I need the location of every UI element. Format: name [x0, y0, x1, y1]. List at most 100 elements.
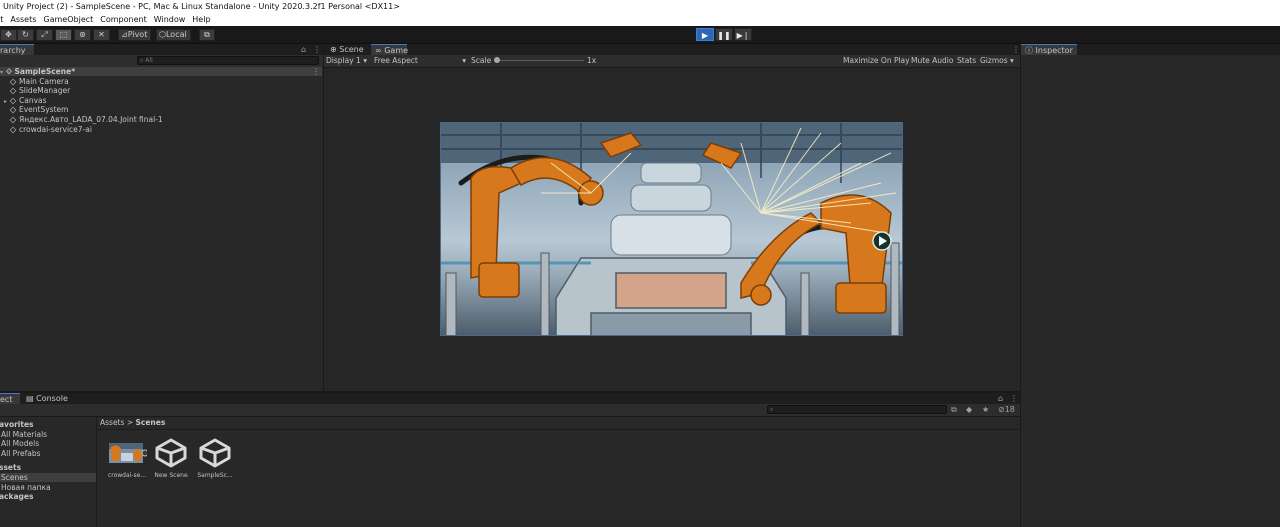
hierarchy-search-input[interactable]: ⌕ All	[137, 56, 319, 65]
display-dropdown[interactable]: Display 1 ▾	[326, 55, 367, 67]
menu-assets[interactable]: Assets	[10, 14, 36, 26]
gameobject-cube-icon	[9, 116, 17, 124]
breadcrumb-separator: >	[126, 418, 134, 427]
hierarchy-item-label: crowdai-service7-ai	[19, 124, 92, 134]
tab-game[interactable]: ∞ Game	[371, 44, 408, 55]
asset-sample-scene[interactable]: SampleSc...	[192, 437, 238, 479]
project-splitter[interactable]	[96, 417, 97, 527]
game-view-image	[440, 122, 903, 336]
play-button[interactable]: ▶	[696, 28, 714, 41]
gameobject-cube-icon	[9, 106, 17, 114]
hierarchy-item[interactable]: ▸ Canvas	[0, 96, 47, 105]
dropdown-arrow-icon: ▾	[363, 56, 367, 65]
project-menu-icon[interactable]: ⋮	[1010, 394, 1018, 403]
mute-audio-button[interactable]: Mute Audio	[911, 55, 953, 67]
rect-tool-icon[interactable]: ⬚	[55, 29, 72, 41]
scene-root-row[interactable]: ▾ ⟐ SampleScene* ⋮	[0, 67, 322, 76]
project-tree-section[interactable]: avorites	[0, 420, 34, 429]
gameobject-cube-icon	[9, 87, 17, 95]
scale-value: 1x	[587, 56, 597, 65]
unity-scene-icon	[195, 437, 235, 469]
stats-button[interactable]: Stats	[957, 55, 976, 67]
inspector-panel: ⓘ Inspector	[1021, 44, 1280, 527]
pivot-icon: ⊿	[121, 30, 128, 39]
local-icon: ⬡	[159, 30, 166, 39]
gameobject-cube-icon	[9, 78, 17, 85]
project-tree-item[interactable]: Новая папка	[0, 483, 51, 492]
game-panel: ⊕ Scene ∞ Game ⋮ Display 1 ▾ Free Aspect…	[324, 44, 1020, 391]
menu-component[interactable]: Component	[100, 14, 146, 26]
asset-crowdai[interactable]: crowdai-se...	[104, 437, 150, 479]
pause-button[interactable]: ❚❚	[715, 28, 733, 41]
scale-slider-track[interactable]	[496, 60, 584, 61]
hierarchy-item[interactable]: Яндекс.Авто_LADA_07.04.Joint final-1	[0, 115, 163, 124]
rotate-tool-icon[interactable]: ↻	[17, 29, 34, 41]
label-filter-icon[interactable]: ◆	[966, 405, 972, 414]
maximize-on-play-button[interactable]: Maximize On Play	[843, 55, 910, 67]
gizmos-button[interactable]: Gizmos ▾	[980, 55, 1014, 67]
hierarchy-item[interactable]: EventSystem	[0, 105, 68, 114]
unity-scene-icon: ⟐	[6, 67, 15, 76]
game-panel-menu-icon[interactable]: ⋮	[1012, 45, 1020, 54]
project-tree-item[interactable]: Scenes	[0, 473, 96, 482]
project-tree-item[interactable]: All Materials	[0, 430, 47, 439]
snap-icon[interactable]: ⧉	[199, 29, 215, 41]
scale-tool-icon[interactable]: ⤢	[36, 29, 53, 41]
menu-window[interactable]: Window	[154, 14, 186, 26]
tab-scene[interactable]: ⊕ Scene	[326, 44, 370, 55]
search-icon: ⌕	[140, 57, 144, 64]
pivot-toggle-button[interactable]: ⊿Pivot	[118, 29, 152, 41]
menu-gameobject[interactable]: GameObject	[43, 14, 93, 26]
info-icon: ⓘ	[1025, 46, 1036, 55]
hierarchy-item[interactable]: Main Camera	[0, 77, 69, 86]
local-toggle-button[interactable]: ⬡Local	[156, 29, 191, 41]
create-icon[interactable]: ⧉	[951, 405, 957, 414]
scene-tab-icon: ⊕	[330, 45, 340, 54]
tab-hierarchy[interactable]: rarchy	[0, 44, 34, 55]
tab-inspector[interactable]: ⓘ Inspector	[1021, 44, 1077, 55]
hierarchy-item-label: SlideManager	[19, 86, 71, 96]
search-icon: ⌕	[770, 406, 774, 413]
hierarchy-item-label: EventSystem	[19, 105, 69, 115]
window-title: Unity Project (2) - SampleScene - PC, Ma…	[0, 0, 1280, 14]
image-thumbnail	[107, 437, 149, 469]
panel-menu-icon[interactable]: ⋮	[313, 45, 321, 54]
menu-edit[interactable]: it	[0, 14, 3, 26]
project-tree-section[interactable]: ackages	[0, 492, 33, 501]
breadcrumb-scenes[interactable]: Scenes	[136, 418, 166, 427]
breadcrumb-assets[interactable]: Assets	[100, 418, 124, 427]
scale-slider-thumb[interactable]	[494, 57, 500, 63]
main-toolbar: ✥ ↻ ⤢ ⬚ ⊛ ✕ ⊿Pivot ⬡Local ⧉ ▶ ❚❚ ▶❘	[0, 26, 1280, 44]
hierarchy-item-label: Яндекс.Авто_LADA_07.04.Joint final-1	[19, 115, 163, 124]
project-tree-section[interactable]: ssets	[0, 463, 21, 472]
scene-menu-icon[interactable]: ⋮	[312, 67, 320, 76]
menu-bar: it Assets GameObject Component Window Help	[0, 14, 1280, 26]
breadcrumb: Assets > Scenes	[97, 417, 1020, 430]
move-tool-icon[interactable]: ✥	[0, 29, 17, 41]
hidden-packages-icon[interactable]: ⊘18	[998, 405, 1015, 414]
gameobject-cube-icon	[9, 97, 17, 105]
project-tree-item[interactable]: All Prefabs	[0, 449, 41, 458]
aspect-dropdown[interactable]: Free Aspect ▾	[374, 55, 466, 67]
hierarchy-item[interactable]: crowdai-service7-ai	[0, 125, 92, 134]
hierarchy-item-label: Main Camera	[19, 76, 69, 86]
dropdown-arrow-icon: ▾	[462, 56, 466, 65]
menu-help[interactable]: Help	[192, 14, 210, 26]
gameobject-cube-icon	[9, 126, 17, 133]
lock-icon[interactable]: ⌂	[301, 45, 306, 54]
step-button[interactable]: ▶❘	[734, 28, 752, 41]
favorite-star-icon[interactable]: ★	[982, 405, 989, 414]
transform-tool-icon[interactable]: ⊛	[74, 29, 91, 41]
project-tree-item[interactable]: All Models	[0, 439, 39, 448]
console-icon: ▤	[26, 394, 37, 403]
tab-console[interactable]: ▤ Console	[22, 393, 72, 404]
hierarchy-panel: rarchy ⌂ ⋮ ⌕ All ▾ ⟐ SampleScene* ⋮ Main …	[0, 44, 323, 391]
lock-icon[interactable]: ⌂	[998, 394, 1003, 403]
project-search-input[interactable]: ⌕	[767, 405, 947, 414]
dropdown-arrow-icon: ▾	[1010, 56, 1014, 65]
asset-new-scene[interactable]: New Scene	[148, 437, 194, 479]
custom-tool-icon[interactable]: ✕	[93, 29, 110, 41]
factory-robots-picture	[441, 123, 902, 335]
hierarchy-item[interactable]: SlideManager	[0, 86, 70, 95]
tab-project[interactable]: ect	[0, 393, 20, 404]
